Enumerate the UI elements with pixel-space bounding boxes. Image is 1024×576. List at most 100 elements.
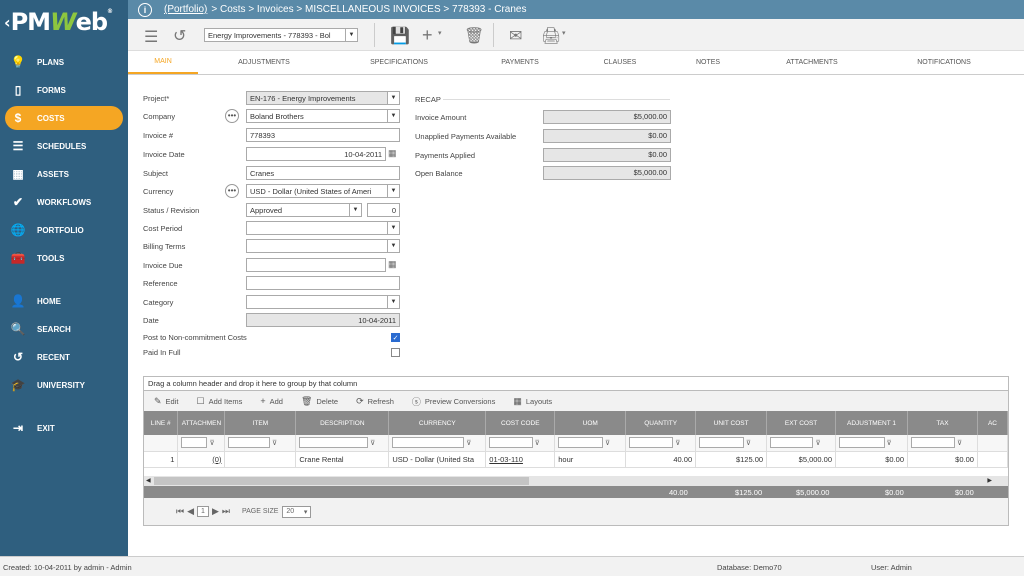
pmweb-logo[interactable]: ‹ PM Web ® — [0, 0, 128, 44]
email-icon[interactable]: ✉ — [509, 26, 522, 46]
nav-workflows[interactable]: ✔ WORKFLOWS — [5, 190, 123, 214]
tab-attachments[interactable]: ATTACHMENTS — [748, 51, 876, 74]
page-size-select[interactable]: 20 ▾ — [282, 505, 312, 518]
tab-adjustments[interactable]: ADJUSTMENTS — [198, 51, 330, 74]
tab-notifications[interactable]: NOTIFICATIONS — [876, 51, 1012, 74]
current-page[interactable]: 1 — [197, 506, 209, 517]
scroll-right-icon[interactable]: ▶ — [987, 477, 992, 484]
calendar-icon[interactable]: ▦ — [388, 259, 397, 270]
nav-tools[interactable]: 🧰 TOOLS — [5, 246, 123, 270]
filter-icon[interactable]: ⊽ — [370, 440, 375, 447]
delete-button[interactable]: 🗑 Delete — [301, 396, 338, 407]
nav-exit[interactable]: ⇥ EXIT — [5, 416, 123, 440]
nav-home[interactable]: 👤 HOME — [5, 289, 123, 313]
col-quantity[interactable]: QUANTITY — [625, 411, 697, 435]
currency-select[interactable]: USD - Dollar (United States of Ameri ▼ — [246, 184, 400, 198]
next-page-icon[interactable]: ▶ — [212, 506, 219, 517]
tab-main[interactable]: MAIN — [128, 51, 198, 74]
record-select[interactable]: Energy Improvements - 778393 - Bol ▼ — [204, 28, 358, 42]
print-icon[interactable]: 🖨 — [541, 26, 561, 46]
table-row[interactable]: 1 (0) Crane Rental USD - Dollar (United … — [144, 451, 1009, 468]
billing-terms-select[interactable]: ▼ — [246, 239, 400, 253]
horizontal-scrollbar[interactable]: ◀ ▶ — [144, 476, 1008, 486]
cell-cost-code-link[interactable]: 01-03-110 — [485, 451, 556, 468]
invoice-no-field[interactable]: 778393 — [246, 128, 400, 142]
filter-icon[interactable]: ⊽ — [605, 440, 610, 447]
cost-period-select[interactable]: ▼ — [246, 221, 400, 235]
col-tax[interactable]: TAX — [907, 411, 978, 435]
tab-payments[interactable]: PAYMENTS — [468, 51, 572, 74]
scroll-left-icon[interactable]: ◀ — [146, 477, 151, 484]
calendar-icon[interactable]: ▦ — [388, 148, 397, 159]
col-unit-cost[interactable]: UNIT COST — [695, 411, 768, 435]
nav-schedules[interactable]: ☰ SCHEDULES — [5, 134, 123, 158]
add-icon[interactable]: + — [422, 25, 433, 46]
project-select[interactable]: EN-176 - Energy Improvements ▼ — [246, 91, 400, 105]
filter-icon[interactable]: ⊽ — [209, 440, 214, 447]
filter-icon[interactable]: ⊽ — [815, 440, 820, 447]
prev-page-icon[interactable]: ◀ — [187, 506, 194, 517]
layouts-button[interactable]: ▦ Layouts — [513, 396, 552, 407]
subject-field[interactable]: Cranes — [246, 166, 400, 180]
edit-button[interactable]: ✎ Edit — [154, 396, 178, 407]
nav-portfolio[interactable]: 🌐 PORTFOLIO — [5, 218, 123, 242]
history-icon[interactable]: ↺ — [173, 26, 186, 46]
back-chevron-icon[interactable]: ‹ — [4, 13, 11, 32]
paid-in-full-checkbox[interactable] — [391, 348, 400, 357]
filter-input[interactable] — [489, 437, 533, 449]
revision-field[interactable]: 0 — [367, 203, 400, 217]
company-select[interactable]: Boland Brothers ▼ — [246, 109, 400, 123]
col-item[interactable]: ITEM — [224, 411, 297, 435]
filter-icon[interactable]: ⊽ — [675, 440, 680, 447]
invoice-date-field[interactable]: 10-04-2011 — [246, 147, 386, 161]
col-attachments[interactable]: ATTACHMEN — [177, 411, 226, 435]
filter-input[interactable] — [839, 437, 885, 449]
nav-recent[interactable]: ↺ RECENT — [5, 345, 123, 369]
add-dropdown-icon[interactable]: ▾ — [438, 29, 442, 37]
category-select[interactable]: ▼ — [246, 295, 400, 309]
filter-input[interactable] — [181, 437, 208, 449]
cell-attachments-link[interactable]: (0) — [177, 451, 226, 468]
filter-icon[interactable]: ⊽ — [957, 440, 962, 447]
filter-icon[interactable]: ⊽ — [272, 440, 277, 447]
col-currency[interactable]: CURRENCY — [388, 411, 487, 435]
tab-notes[interactable]: NOTES — [668, 51, 748, 74]
col-adjustment-1[interactable]: ADJUSTMENT 1 — [835, 411, 908, 435]
add-button[interactable]: + Add — [260, 396, 283, 406]
nav-forms[interactable]: ▯ FORMS — [5, 78, 123, 102]
reference-field[interactable] — [246, 276, 400, 290]
post-noncommitment-checkbox[interactable]: ✓ — [391, 333, 400, 342]
nav-assets[interactable]: ▦ ASSETS — [5, 162, 123, 186]
filter-input[interactable] — [299, 437, 369, 449]
filter-input[interactable] — [770, 437, 814, 449]
filter-icon[interactable]: ⊽ — [466, 440, 471, 447]
filter-input[interactable] — [629, 437, 674, 449]
nav-costs[interactable]: $ COSTS — [5, 106, 123, 130]
list-icon[interactable]: ☰ — [144, 27, 158, 47]
col-ext-cost[interactable]: EXT COST — [766, 411, 837, 435]
breadcrumb-portfolio-link[interactable]: (Portfolio) — [164, 4, 207, 15]
filter-input[interactable] — [911, 437, 956, 449]
print-dropdown-icon[interactable]: ▾ — [562, 29, 566, 37]
filter-icon[interactable]: ⊽ — [746, 440, 751, 447]
scrollbar-thumb[interactable] — [154, 477, 529, 485]
info-icon[interactable]: i — [138, 2, 152, 17]
preview-conversions-button[interactable]: ⓢ Preview Conversions — [412, 395, 495, 408]
col-cost-code[interactable]: COST CODE — [485, 411, 556, 435]
add-items-button[interactable]: ☐ Add Items — [196, 396, 242, 407]
first-page-icon[interactable]: ⏮ — [176, 506, 184, 517]
trash-icon[interactable]: 🗑 — [464, 26, 484, 46]
filter-input[interactable] — [558, 437, 603, 449]
col-description[interactable]: DESCRIPTION — [295, 411, 390, 435]
currency-lookup-icon[interactable]: ••• — [225, 184, 239, 198]
col-line[interactable]: LINE # — [144, 411, 179, 435]
save-icon[interactable]: 💾 — [390, 26, 410, 46]
filter-input[interactable] — [699, 437, 744, 449]
status-select[interactable]: Approved ▼ — [246, 203, 362, 217]
col-ac[interactable]: AC — [977, 411, 1009, 435]
filter-icon[interactable]: ⊽ — [887, 440, 892, 447]
nav-search[interactable]: 🔍 SEARCH — [5, 317, 123, 341]
last-page-icon[interactable]: ⏭ — [222, 506, 230, 517]
filter-input[interactable] — [392, 437, 465, 449]
nav-plans[interactable]: 💡 PLANS — [5, 50, 123, 74]
